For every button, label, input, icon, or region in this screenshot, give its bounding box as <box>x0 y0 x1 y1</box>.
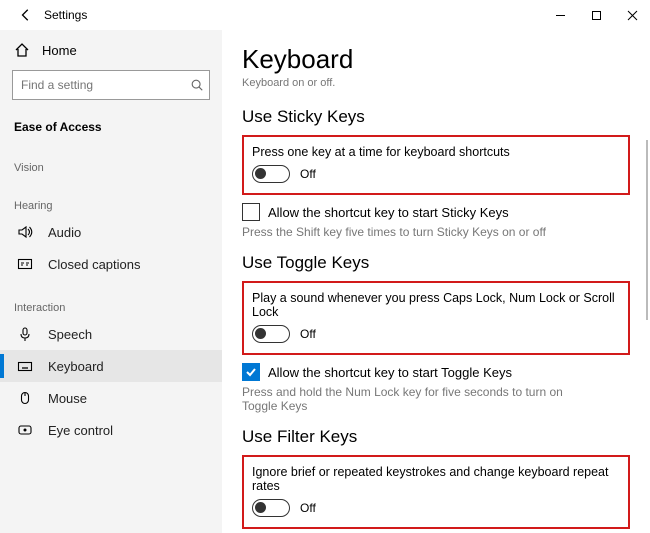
nav-speech[interactable]: Speech <box>0 318 222 350</box>
home-icon <box>14 42 30 58</box>
toggle-highlight: Play a sound whenever you press Caps Loc… <box>242 281 630 355</box>
subgroup-vision: Vision <box>0 152 222 178</box>
nav-speech-label: Speech <box>48 327 92 342</box>
sticky-hint: Press the Shift key five times to turn S… <box>242 225 582 239</box>
mouse-icon <box>16 390 34 406</box>
nav-captions[interactable]: Closed captions <box>0 248 222 280</box>
group-header: Ease of Access <box>0 110 222 140</box>
sticky-heading: Use Sticky Keys <box>242 107 630 127</box>
content-pane: Keyboard Keyboard on or off. Use Sticky … <box>222 30 650 533</box>
minimize-icon <box>555 10 566 21</box>
sticky-toggle[interactable] <box>252 165 290 183</box>
sidebar: Home Ease of Access Vision Hearing Audio… <box>0 30 222 533</box>
nav-captions-label: Closed captions <box>48 257 141 272</box>
sticky-shortcut-checkbox[interactable] <box>242 203 260 221</box>
back-button[interactable] <box>12 8 40 22</box>
filter-heading: Use Filter Keys <box>242 427 630 447</box>
toggle-state: Off <box>300 327 316 341</box>
minimize-button[interactable] <box>542 0 578 30</box>
check-icon <box>245 366 257 378</box>
home-link[interactable]: Home <box>0 36 222 64</box>
sticky-highlight: Press one key at a time for keyboard sho… <box>242 135 630 195</box>
nav-audio-label: Audio <box>48 225 81 240</box>
toggle-label: Play a sound whenever you press Caps Loc… <box>252 291 620 319</box>
captions-icon <box>16 256 34 272</box>
nav-keyboard[interactable]: Keyboard <box>0 350 222 382</box>
close-icon <box>627 10 638 21</box>
search-field[interactable] <box>13 78 184 92</box>
home-label: Home <box>42 43 77 58</box>
filter-state: Off <box>300 501 316 515</box>
scrollbar[interactable] <box>646 140 648 320</box>
page-title: Keyboard <box>242 44 630 75</box>
close-button[interactable] <box>614 0 650 30</box>
filter-toggle[interactable] <box>252 499 290 517</box>
nav-mouse[interactable]: Mouse <box>0 382 222 414</box>
toggle-heading: Use Toggle Keys <box>242 253 630 273</box>
sticky-shortcut-label: Allow the shortcut key to start Sticky K… <box>268 205 509 220</box>
microphone-icon <box>16 326 34 342</box>
sticky-state: Off <box>300 167 316 181</box>
filter-highlight: Ignore brief or repeated keystrokes and … <box>242 455 630 529</box>
search-icon <box>184 78 209 92</box>
keyboard-icon <box>16 358 34 374</box>
nav-eye-label: Eye control <box>48 423 113 438</box>
eye-icon <box>16 422 34 438</box>
nav-eye[interactable]: Eye control <box>0 414 222 446</box>
maximize-button[interactable] <box>578 0 614 30</box>
subgroup-hearing: Hearing <box>0 190 222 216</box>
arrow-left-icon <box>19 8 33 22</box>
window-title: Settings <box>44 8 87 22</box>
subgroup-interaction: Interaction <box>0 292 222 318</box>
maximize-icon <box>591 10 602 21</box>
toggle-shortcut-checkbox[interactable] <box>242 363 260 381</box>
sticky-label: Press one key at a time for keyboard sho… <box>252 145 620 159</box>
toggle-shortcut-label: Allow the shortcut key to start Toggle K… <box>268 365 512 380</box>
nav-audio[interactable]: Audio <box>0 216 222 248</box>
page-subtitle: Keyboard on or off. <box>242 77 630 89</box>
toggle-keys-toggle[interactable] <box>252 325 290 343</box>
toggle-hint: Press and hold the Num Lock key for five… <box>242 385 582 413</box>
speaker-icon <box>16 224 34 240</box>
filter-label: Ignore brief or repeated keystrokes and … <box>252 465 620 493</box>
nav-mouse-label: Mouse <box>48 391 87 406</box>
nav-keyboard-label: Keyboard <box>48 359 104 374</box>
search-input[interactable] <box>12 70 210 100</box>
